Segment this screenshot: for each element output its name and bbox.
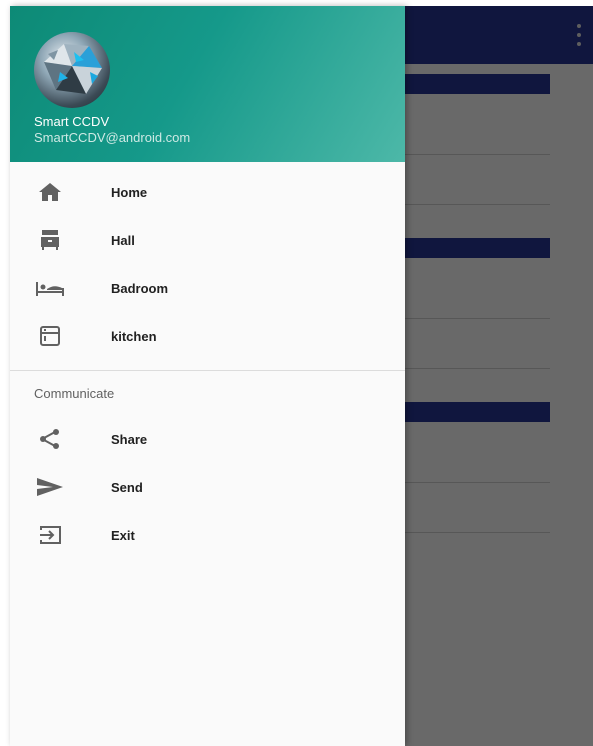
- bed-icon: [36, 276, 64, 300]
- menu-item-kitchen[interactable]: kitchen: [10, 312, 405, 360]
- drawer-menu: Home Hall Badroom kitchen Communicate Sh…: [10, 168, 405, 559]
- menu-item-label: kitchen: [111, 328, 157, 344]
- communicate-subheader: Communicate: [34, 385, 115, 401]
- menu-item-home[interactable]: Home: [10, 168, 405, 216]
- menu-item-label: Exit: [111, 527, 135, 543]
- menu-item-bedroom[interactable]: Badroom: [10, 264, 405, 312]
- menu-item-send[interactable]: Send: [10, 463, 405, 511]
- user-email: SmartCCDV@android.com: [34, 130, 191, 145]
- menu-item-label: Send: [111, 479, 143, 495]
- home-icon: [36, 180, 64, 204]
- avatar[interactable]: [34, 32, 110, 108]
- share-icon: [36, 427, 64, 451]
- menu-item-exit[interactable]: Exit: [10, 511, 405, 559]
- exit-icon: [36, 523, 64, 547]
- send-icon: [36, 475, 64, 499]
- drawer-header: Smart CCDV SmartCCDV@android.com: [10, 6, 405, 162]
- user-name: Smart CCDV: [34, 114, 110, 129]
- menu-item-label: Hall: [111, 232, 135, 248]
- hall-icon: [36, 228, 64, 252]
- menu-item-share[interactable]: Share: [10, 415, 405, 463]
- menu-item-label: Share: [111, 431, 148, 447]
- menu-item-hall[interactable]: Hall: [10, 216, 405, 264]
- menu-item-label: Home: [111, 184, 148, 200]
- kitchen-icon: [36, 324, 64, 348]
- navigation-drawer: Smart CCDV SmartCCDV@android.com Home Ha…: [10, 6, 405, 746]
- menu-item-label: Badroom: [111, 280, 169, 296]
